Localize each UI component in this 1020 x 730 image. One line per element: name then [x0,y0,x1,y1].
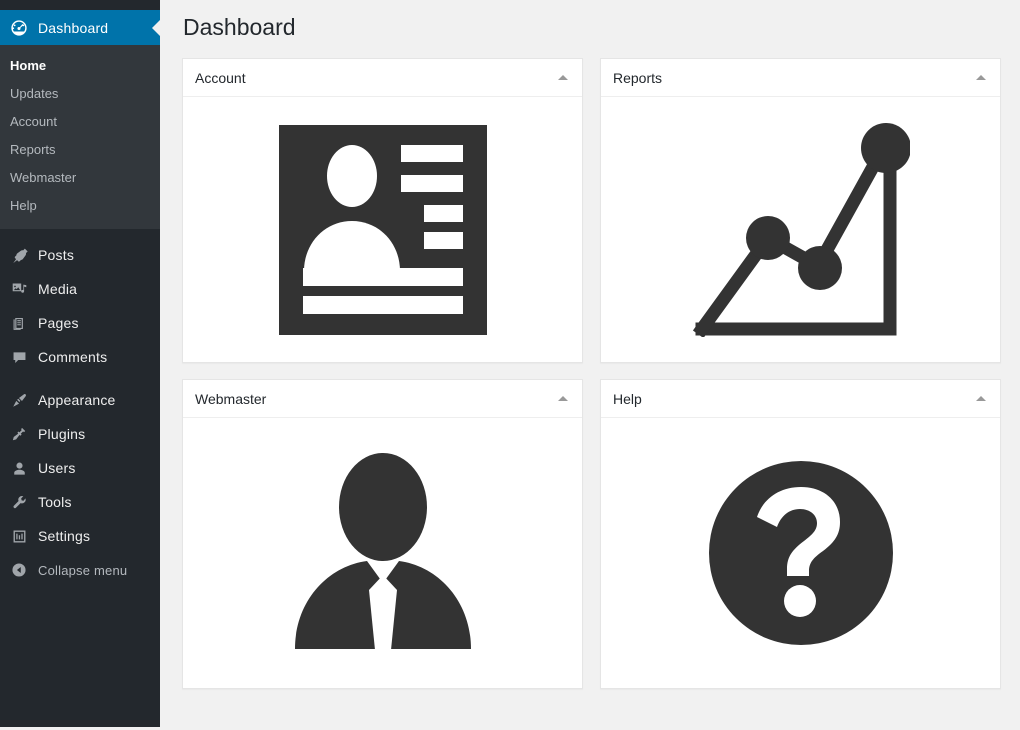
sidebar-item-comments-label: Comments [38,349,108,365]
panel-help-toggle-icon[interactable] [974,392,988,406]
sidebar-separator-2 [0,374,160,383]
dashboard-submenu: Home Updates Account Reports Webmaster H… [0,45,160,229]
businessman-icon [289,451,477,656]
plug-icon [9,424,29,444]
sidebar-item-posts-label: Posts [38,247,75,263]
sidebar-item-pages-label: Pages [38,315,79,331]
admin-screen: Dashboard Home Updates Account Reports W… [0,0,1020,730]
panel-help-body [601,418,1000,688]
panel-webmaster-toggle-icon[interactable] [556,392,570,406]
admin-sidebar: Dashboard Home Updates Account Reports W… [0,0,160,727]
sidebar-item-settings[interactable]: Settings [0,519,160,553]
panel-reports-header[interactable]: Reports [601,59,1000,97]
panel-reports: Reports [600,58,1001,363]
settings-icon [9,526,29,546]
dashboard-widget-grid: Account Reports Webmaster Help [182,58,1008,689]
panel-webmaster: Webmaster [182,379,583,689]
sidebar-item-appearance-label: Appearance [38,392,116,408]
pages-icon [9,313,29,333]
sidebar-item-tools[interactable]: Tools [0,485,160,519]
panel-help: Help [600,379,1001,689]
sidebar-item-users[interactable]: Users [0,451,160,485]
submenu-item-account[interactable]: Account [0,108,160,136]
sidebar-item-pages[interactable]: Pages [0,306,160,340]
wrench-icon [9,492,29,512]
line-chart-icon [692,122,910,337]
sidebar-item-appearance[interactable]: Appearance [0,383,160,417]
sidebar-separator-1 [0,229,160,238]
media-icon [9,279,29,299]
comment-icon [9,347,29,367]
submenu-item-reports[interactable]: Reports [0,136,160,164]
dashboard-icon [9,18,29,38]
panel-reports-body [601,97,1000,362]
panel-account-body [183,97,582,362]
page-title: Dashboard [183,14,296,40]
pin-icon [9,245,29,265]
question-mark-icon [706,458,896,648]
panel-help-header[interactable]: Help [601,380,1000,418]
submenu-item-home[interactable]: Home [0,52,160,80]
collapse-menu-button[interactable]: Collapse menu [0,553,160,587]
panel-account-title: Account [195,69,246,86]
id-card-icon [278,124,487,335]
sidebar-item-media[interactable]: Media [0,272,160,306]
submenu-item-webmaster[interactable]: Webmaster [0,164,160,192]
panel-webmaster-body [183,418,582,688]
sidebar-item-plugins-label: Plugins [38,426,86,442]
submenu-item-updates[interactable]: Updates [0,80,160,108]
submenu-item-help[interactable]: Help [0,192,160,220]
panel-webmaster-header[interactable]: Webmaster [183,380,582,418]
sidebar-item-dashboard[interactable]: Dashboard [0,10,160,45]
panel-account: Account [182,58,583,363]
sidebar-item-settings-label: Settings [38,528,91,544]
sidebar-item-comments[interactable]: Comments [0,340,160,374]
collapse-arrow-icon [9,560,29,580]
collapse-menu-label: Collapse menu [38,562,128,578]
paintbrush-icon [9,390,29,410]
panel-help-title: Help [613,390,642,407]
sidebar-item-posts[interactable]: Posts [0,238,160,272]
main-content: Dashboard Account Reports Webmaster Help [160,0,1020,730]
sidebar-item-plugins[interactable]: Plugins [0,417,160,451]
panel-account-toggle-icon[interactable] [556,71,570,85]
sidebar-item-media-label: Media [38,281,78,297]
sidebar-top-strip [0,0,160,10]
panel-reports-toggle-icon[interactable] [974,71,988,85]
sidebar-item-users-label: Users [38,460,76,476]
panel-reports-title: Reports [613,69,663,86]
user-icon [9,458,29,478]
sidebar-item-dashboard-label: Dashboard [38,19,109,36]
panel-webmaster-title: Webmaster [195,390,267,407]
sidebar-item-tools-label: Tools [38,494,72,510]
panel-account-header[interactable]: Account [183,59,582,97]
